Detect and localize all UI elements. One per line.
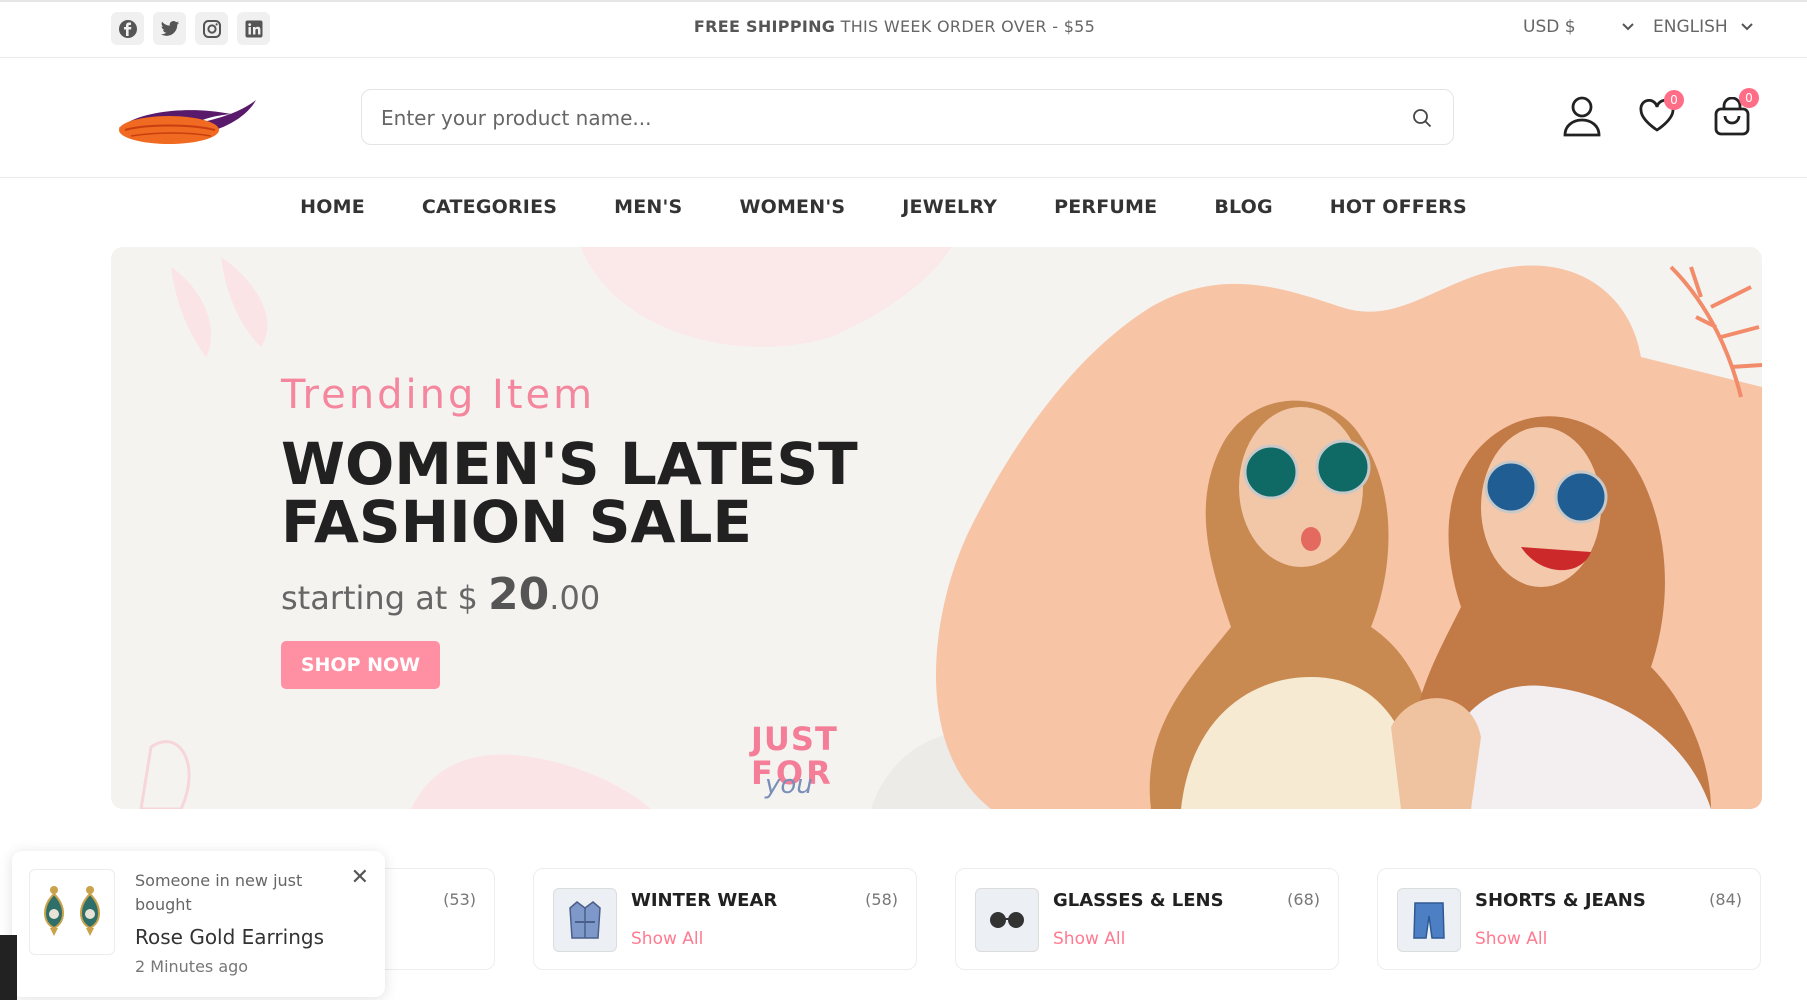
toast-message: Someone in new just bought	[135, 871, 303, 914]
language-select[interactable]: ENGLISH	[1653, 17, 1754, 37]
nav-home[interactable]: HOME	[300, 196, 365, 218]
shorts-icon	[1413, 902, 1445, 939]
shop-now-button[interactable]: SHOP NOW	[281, 641, 440, 689]
chevron-down-icon	[1621, 23, 1634, 31]
cart-button[interactable]: 0	[1713, 88, 1759, 141]
cart-count-badge: 0	[1739, 88, 1759, 108]
glasses-thumbnail	[975, 888, 1039, 952]
nav-hot-offers[interactable]: HOT OFFERS	[1330, 196, 1467, 218]
hero-subtitle: Trending Item	[281, 372, 596, 418]
user-icon	[1563, 96, 1601, 137]
shipping-notice: FREE SHIPPING THIS WEEK ORDER OVER - $55	[0, 17, 1789, 36]
earrings-icon	[44, 886, 100, 936]
nav-mens[interactable]: MEN'S	[614, 196, 682, 218]
currency-select[interactable]: USD $	[1523, 17, 1635, 37]
category-title: SHORTS & JEANS	[1475, 890, 1646, 911]
hero-title: WOMEN'S LATEST FASHION SALE	[281, 430, 858, 556]
category-count: (58)	[865, 890, 898, 909]
coat-icon	[569, 901, 601, 939]
just-for-you-stamp: JUST FOR you	[751, 722, 841, 807]
stamp-line1: JUST	[751, 720, 838, 758]
search-input[interactable]	[362, 90, 1383, 146]
nav-categories[interactable]: CATEGORIES	[422, 196, 557, 218]
hero-price: starting at $ 20.00	[281, 569, 600, 620]
category-count: (68)	[1287, 890, 1320, 909]
nav-jewelry[interactable]: JEWELRY	[902, 196, 997, 218]
side-widget-tab[interactable]	[0, 935, 17, 1000]
account-button[interactable]	[1562, 95, 1602, 141]
shipping-bold: FREE SHIPPING	[693, 17, 836, 36]
header: 0 0	[0, 58, 1807, 178]
main-nav: HOME CATEGORIES MEN'S WOMEN'S JEWELRY PE…	[0, 196, 1807, 218]
toast-product-name[interactable]: Rose Gold Earrings	[135, 925, 324, 949]
close-icon[interactable]: ✕	[351, 865, 369, 890]
logo-icon	[119, 100, 256, 144]
top-bar: FREE SHIPPING THIS WEEK ORDER OVER - $55…	[0, 0, 1807, 58]
site-logo[interactable]	[111, 88, 261, 148]
toast-time: 2 Minutes ago	[135, 957, 249, 976]
show-all-link[interactable]: Show All	[631, 929, 703, 949]
category-count: (84)	[1709, 890, 1742, 909]
search-bar	[361, 89, 1454, 146]
category-count: (53)	[443, 890, 476, 909]
nav-perfume[interactable]: PERFUME	[1054, 196, 1157, 218]
show-all-link[interactable]: Show All	[1475, 929, 1547, 949]
category-title: WINTER WEAR	[631, 890, 778, 911]
category-card-winter-wear[interactable]: WINTER WEAR (58) Show All	[533, 868, 917, 970]
category-card-shorts-jeans[interactable]: SHORTS & JEANS (84) Show All	[1377, 868, 1761, 970]
hero-price-prefix: starting at $	[281, 579, 489, 617]
hero-price-main: 20	[488, 569, 550, 620]
wishlist-button[interactable]: 0	[1638, 90, 1684, 137]
recent-purchase-toast: Someone in new just bought Rose Gold Ear…	[12, 851, 385, 997]
nav-womens[interactable]: WOMEN'S	[739, 196, 845, 218]
shipping-text: THIS WEEK ORDER OVER - $55	[835, 17, 1096, 36]
product-thumbnail	[29, 869, 115, 955]
hero-banner: Trending Item WOMEN'S LATEST FASHION SAL…	[111, 247, 1762, 809]
hero-price-cents: .00	[549, 579, 601, 617]
search-icon[interactable]	[1411, 107, 1433, 129]
shorts-thumbnail	[1397, 888, 1461, 952]
chevron-down-icon	[1740, 23, 1753, 31]
category-title: GLASSES & LENS	[1053, 890, 1224, 911]
currency-label: USD $	[1523, 17, 1576, 37]
language-label: ENGLISH	[1653, 17, 1728, 37]
wishlist-count-badge: 0	[1664, 90, 1684, 110]
show-all-link[interactable]: Show All	[1053, 929, 1125, 949]
winter-wear-thumbnail	[553, 888, 617, 952]
stamp-line3: you	[765, 770, 813, 800]
nav-blog[interactable]: BLOG	[1214, 196, 1272, 218]
category-card-glasses-lens[interactable]: GLASSES & LENS (68) Show All	[955, 868, 1339, 970]
glasses-icon	[990, 912, 1024, 928]
